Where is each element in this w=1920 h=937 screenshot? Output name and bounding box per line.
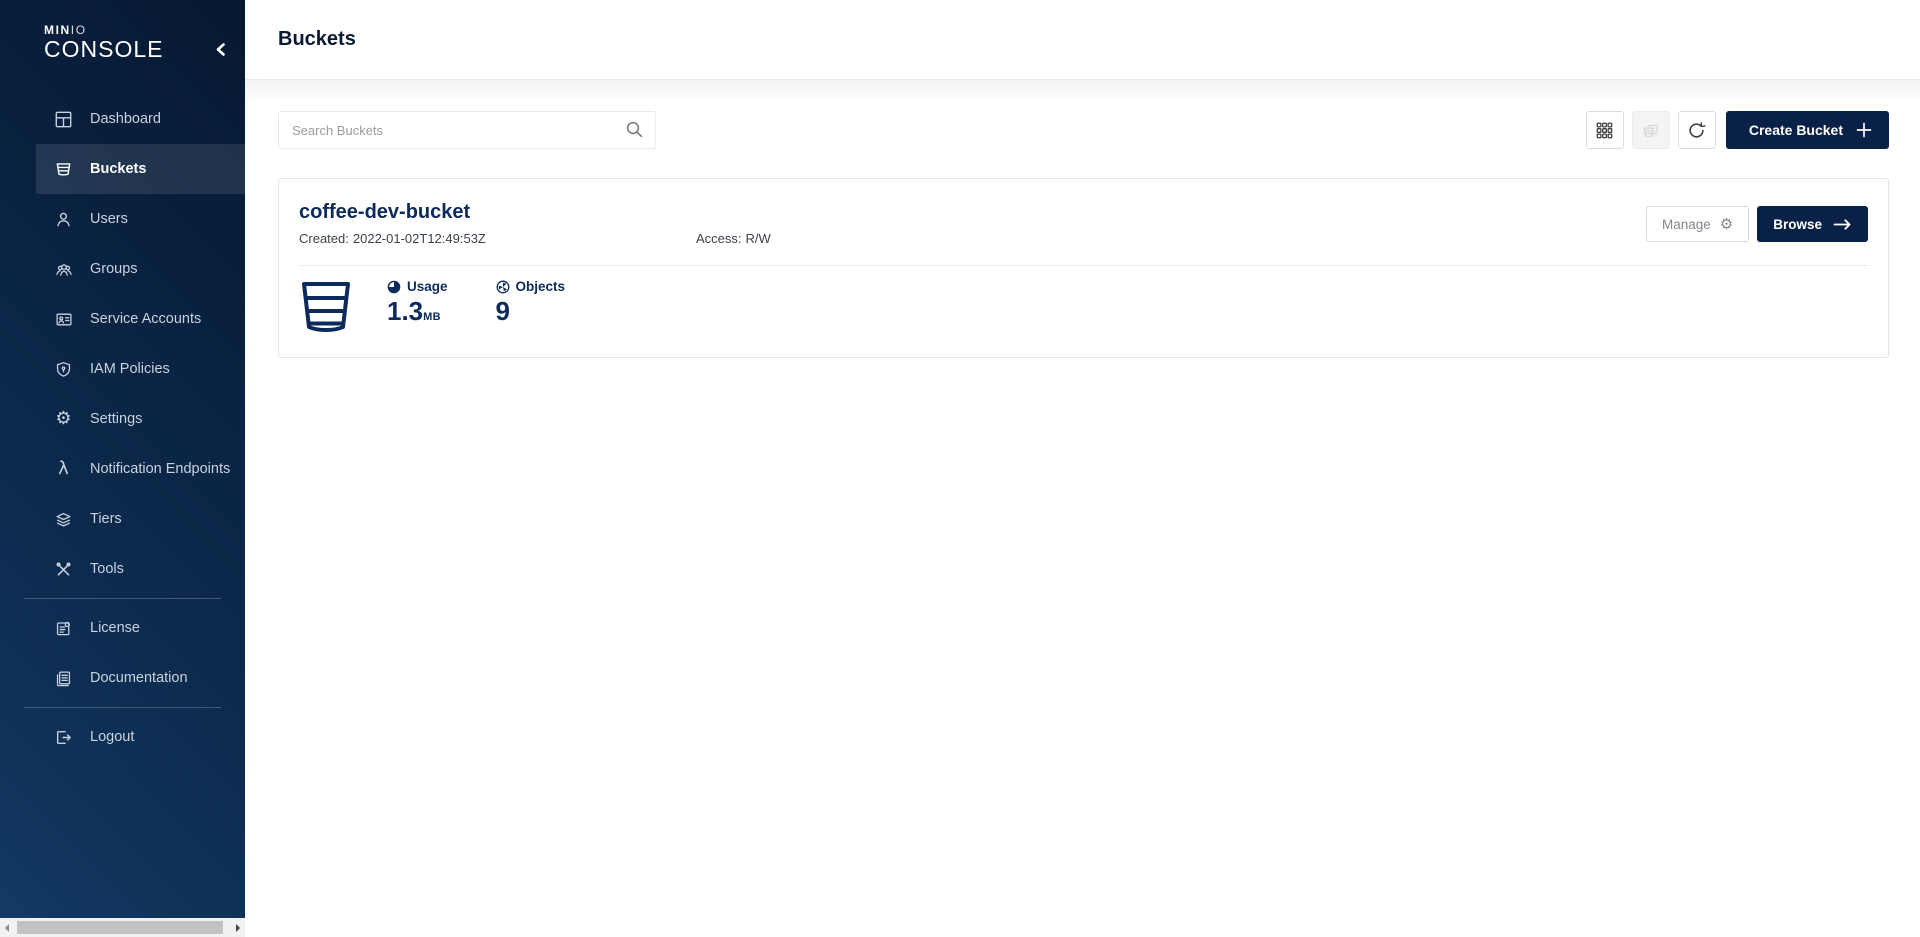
sidebar-item-label: Tools [90,561,124,577]
sidebar-horizontal-scrollbar[interactable] [0,918,245,937]
sidebar-item-license[interactable]: License [0,603,245,653]
logout-icon [54,728,73,747]
sidebar-item-label: Dashboard [90,111,161,127]
sidebar-item-service-accounts[interactable]: Service Accounts [0,294,245,344]
bucket-info-row: Created: 2022-01-02T12:49:53Z Access: R/… [299,231,1868,246]
manage-label: Manage [1662,217,1711,232]
sidebar-item-label: Service Accounts [90,311,201,327]
groups-icon [54,260,73,279]
buckets-icon [54,160,73,179]
sidebar-item-label: Documentation [90,670,188,686]
search-box [278,111,656,149]
arrow-right-icon [1833,218,1852,231]
usage-label: Usage [407,279,448,294]
gear-icon: ⚙ [1720,217,1733,232]
scroll-left-arrow-icon[interactable] [5,924,9,932]
sidebar-item-label: Users [90,211,128,227]
sidebar-item-label: IAM Policies [90,361,170,377]
browse-button[interactable]: Browse [1757,206,1868,242]
created-label: Created: [299,231,349,246]
sidebar-item-groups[interactable]: Groups [0,244,245,294]
bucket-access: Access: R/W [696,231,771,246]
bucket-created: Created: 2022-01-02T12:49:53Z [299,231,696,246]
tools-icon [54,560,73,579]
grid-view-icon [1596,122,1613,139]
delete-buckets-button[interactable] [1632,111,1670,149]
sidebar-item-label: Settings [90,411,142,427]
manage-button[interactable]: Manage ⚙ [1646,206,1749,242]
scroll-right-arrow-icon[interactable] [236,924,240,932]
objects-value: 9 [496,298,566,324]
toolbar-actions: Create Bucket [1586,111,1889,149]
bucket-card: coffee-dev-bucket Created: 2022-01-02T12… [278,178,1889,358]
page-title: Buckets [278,28,356,51]
content-area: Create Bucket coffee-dev-bucket Created:… [245,80,1920,936]
search-icon [625,120,644,139]
buckets-toolbar: Create Bucket [278,80,1889,149]
main-area: Buckets [245,0,1920,937]
search-input[interactable] [278,111,656,149]
lambda-icon: λ [54,460,73,479]
minio-console-logo: MINIO CONSOLE [44,24,163,62]
refresh-button[interactable] [1678,111,1716,149]
sidebar-item-settings[interactable]: ⚙ Settings [0,394,245,444]
license-icon [54,619,73,638]
brand-io: IO [71,23,87,37]
sidebar-item-label: Buckets [90,161,146,177]
usage-pie-icon [387,280,401,294]
sidebar: MINIO CONSOLE Dashboard Buckets [0,0,245,918]
menu-divider [24,598,221,599]
bucket-card-actions: Manage ⚙ Browse [1646,206,1868,242]
objects-icon [496,280,510,294]
sidebar-item-tools[interactable]: Tools [0,544,245,594]
grid-view-button[interactable] [1586,111,1624,149]
sidebar-item-iam-policies[interactable]: IAM Policies [0,344,245,394]
menu-divider [24,707,221,708]
page-header: Buckets [245,0,1920,80]
browse-label: Browse [1773,217,1822,232]
refresh-icon [1687,121,1706,140]
gear-icon: ⚙ [54,410,73,429]
objects-label: Objects [516,279,566,294]
usage-metric: Usage 1.3MB [387,279,448,324]
sidebar-item-logout[interactable]: Logout [0,712,245,762]
bucket-metrics: Usage 1.3MB Objects 9 [299,266,1868,339]
usage-unit: MB [423,311,441,323]
brand-console: CONSOLE [44,37,163,62]
user-icon [54,210,73,229]
dashboard-icon [54,110,73,129]
sidebar-item-notification-endpoints[interactable]: λ Notification Endpoints [0,444,245,494]
layers-icon [54,510,73,529]
objects-metric: Objects 9 [496,279,566,324]
sidebar-item-dashboard[interactable]: Dashboard [0,94,245,144]
sidebar-item-label: Logout [90,729,134,745]
sidebar-item-label: Groups [90,261,138,277]
sidebar-item-documentation[interactable]: Documentation [0,653,245,703]
sidebar-item-buckets[interactable]: Buckets [36,144,245,194]
delete-buckets-icon [1641,121,1660,140]
bucket-name-link[interactable]: coffee-dev-bucket [299,201,470,224]
sidebar-menu: Dashboard Buckets Users Groups Service A [0,94,245,762]
brand-min: MIN [44,23,71,37]
plus-icon [1856,122,1872,138]
sidebar-item-tiers[interactable]: Tiers [0,494,245,544]
created-value: 2022-01-02T12:49:53Z [353,231,486,246]
usage-value: 1.3MB [387,298,448,324]
sidebar-item-label: License [90,620,140,636]
create-bucket-button[interactable]: Create Bucket [1726,111,1889,149]
access-value: R/W [746,231,771,246]
sidebar-item-users[interactable]: Users [0,194,245,244]
sidebar-item-label: Notification Endpoints [90,461,230,477]
sidebar-collapse-button[interactable] [212,40,229,59]
service-accounts-icon [54,310,73,329]
shield-icon [54,360,73,379]
bucket-icon [301,279,351,339]
chevron-left-icon [214,42,227,57]
scrollbar-thumb[interactable] [17,921,223,934]
sidebar-item-label: Tiers [90,511,122,527]
create-bucket-label: Create Bucket [1749,122,1843,138]
access-label: Access: [696,231,742,246]
documentation-icon [54,669,73,688]
